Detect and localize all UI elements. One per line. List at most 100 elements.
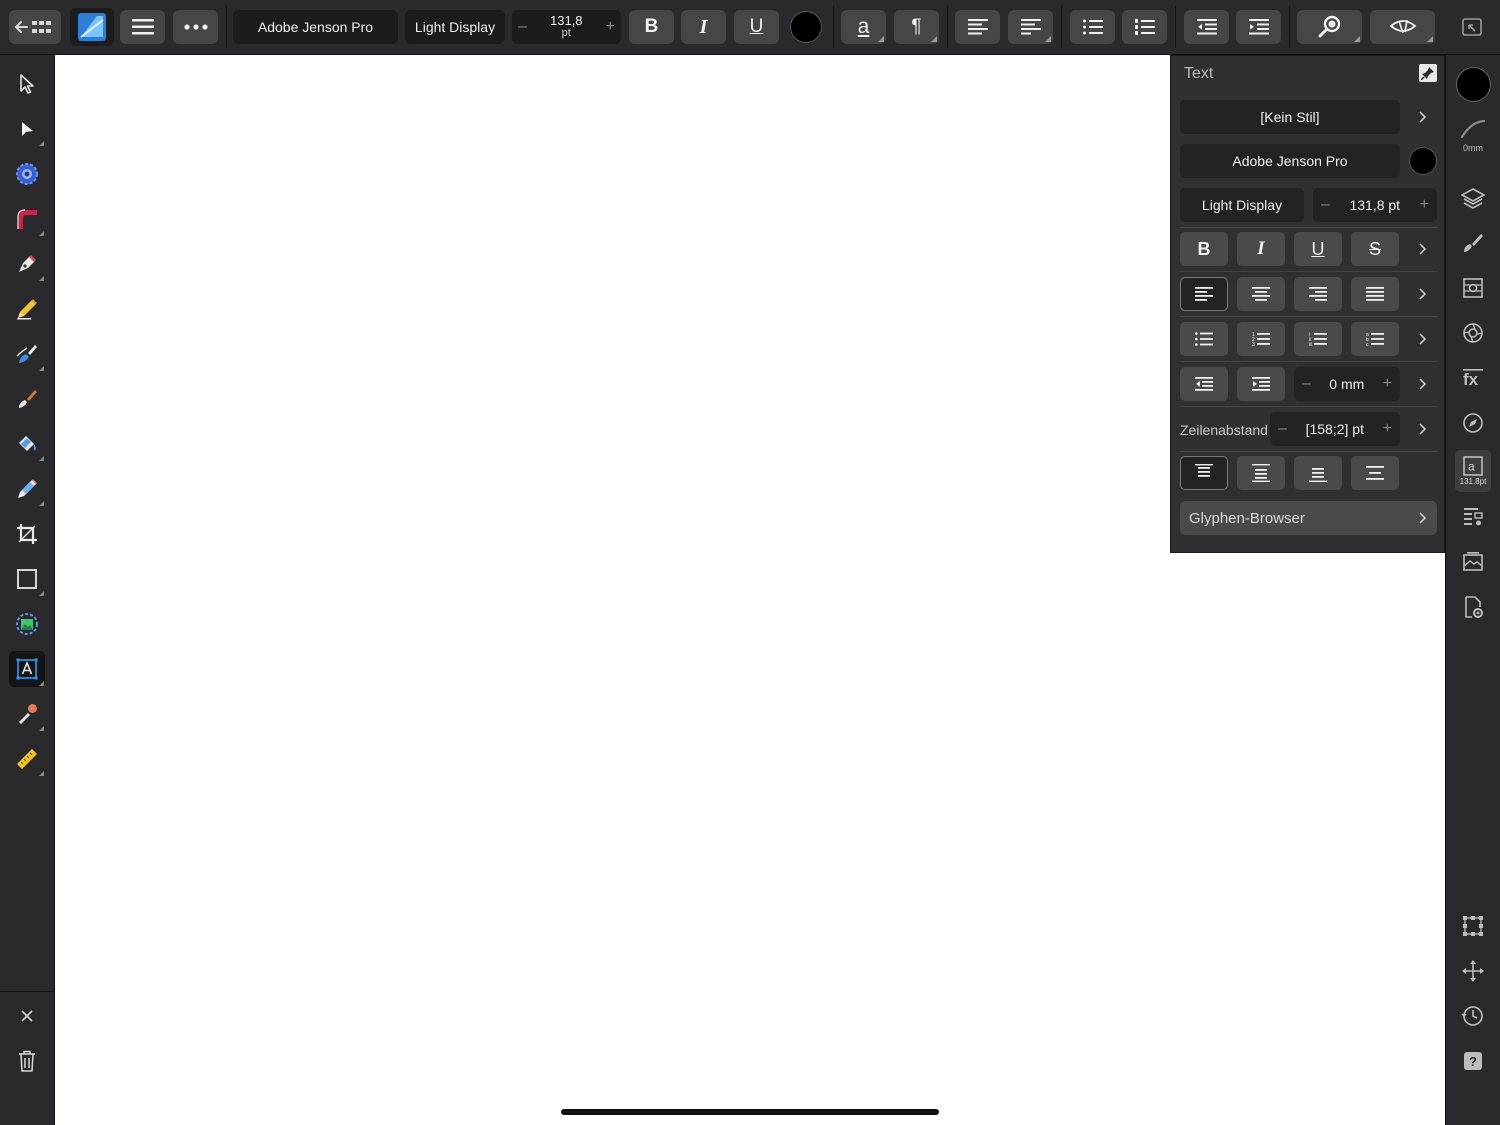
increase-indent-button[interactable]: [1236, 10, 1281, 44]
panel-text-color-swatch[interactable]: [1409, 147, 1437, 175]
crop-tool[interactable]: [9, 516, 45, 552]
font-family-dropdown[interactable]: Adobe Jenson Pro: [233, 10, 398, 44]
move-tool[interactable]: [9, 66, 45, 102]
panel-font-size-stepper[interactable]: – 131,8 pt +: [1313, 188, 1437, 222]
decrease-indent-button[interactable]: [1184, 10, 1229, 44]
underline-button[interactable]: U: [734, 10, 779, 44]
chevron-right-icon[interactable]: [1416, 242, 1430, 256]
paint-brush-tool[interactable]: [9, 381, 45, 417]
more-options-button[interactable]: [173, 10, 218, 44]
color-panel-button[interactable]: [1455, 315, 1491, 351]
fullscreen-toggle[interactable]: [1460, 16, 1484, 38]
panel-numbered-list-button[interactable]: 123: [1237, 322, 1285, 356]
chevron-right-icon[interactable]: [1416, 287, 1430, 301]
panel-strikethrough-button[interactable]: S: [1351, 232, 1399, 266]
home-indicator[interactable]: [561, 1109, 939, 1115]
panel-align-right-button[interactable]: [1294, 277, 1342, 311]
vertical-align-center-button[interactable]: [1237, 456, 1285, 490]
pencil-tool[interactable]: [9, 291, 45, 327]
text-color-swatch[interactable]: [790, 11, 822, 43]
panel-underline-button[interactable]: U: [1294, 232, 1342, 266]
align-left-button[interactable]: [955, 10, 1000, 44]
corner-tool[interactable]: [9, 201, 45, 237]
vertical-align-button[interactable]: [1008, 10, 1053, 44]
font-size-stepper[interactable]: – 131,8 pt +: [512, 10, 621, 44]
panel-italic-button[interactable]: I: [1237, 232, 1285, 266]
chevron-right-icon[interactable]: [1416, 110, 1430, 124]
document-settings-button[interactable]: [1455, 589, 1491, 625]
italic-button[interactable]: I: [681, 10, 726, 44]
panel-align-left-button[interactable]: [1180, 277, 1228, 311]
navigator-move-button[interactable]: [1455, 953, 1491, 989]
help-button[interactable]: ?: [1455, 1043, 1491, 1079]
layers-panel-button[interactable]: [1455, 180, 1491, 216]
panel-font-size-increase[interactable]: +: [1420, 196, 1429, 214]
node-tool[interactable]: [9, 111, 45, 147]
bold-button[interactable]: B: [629, 10, 674, 44]
panel-bold-button[interactable]: B: [1180, 232, 1228, 266]
font-style-dropdown[interactable]: Light Display: [405, 10, 505, 44]
panel-outdent-button[interactable]: [1180, 367, 1228, 401]
navigator-panel-button[interactable]: [1455, 405, 1491, 441]
panel-indent-button[interactable]: [1237, 367, 1285, 401]
pen-tool[interactable]: [9, 246, 45, 282]
panel-font-family-dropdown[interactable]: Adobe Jenson Pro: [1180, 144, 1400, 178]
pin-panel-button[interactable]: [1419, 64, 1437, 82]
appearance-panel-button[interactable]: [1455, 270, 1491, 306]
indent-increase[interactable]: +: [1383, 375, 1392, 393]
stroke-icon: [1460, 119, 1486, 138]
text-studio-button[interactable]: a 131.8pt: [1455, 450, 1491, 492]
vertical-align-bottom-button[interactable]: [1294, 456, 1342, 490]
italic-icon: I: [1257, 238, 1265, 259]
close-button[interactable]: [9, 998, 45, 1034]
vertical-align-top-button[interactable]: [1180, 456, 1228, 490]
chevron-right-icon[interactable]: [1416, 422, 1430, 436]
effects-panel-button[interactable]: fx: [1455, 360, 1491, 396]
panel-font-size-decrease[interactable]: –: [1321, 196, 1330, 214]
chevron-right-icon[interactable]: [1416, 377, 1430, 391]
color-picker-tool[interactable]: [9, 696, 45, 732]
paragraph-panel-button[interactable]: ¶: [894, 10, 939, 44]
font-size-decrease-button[interactable]: –: [518, 18, 527, 36]
text-preview-button[interactable]: [1370, 10, 1435, 44]
history-panel-button[interactable]: [1455, 998, 1491, 1034]
measure-tool[interactable]: [9, 741, 45, 777]
paragraph-style-dropdown[interactable]: [Kein Stil]: [1180, 100, 1400, 134]
stroke-width-control[interactable]: 0mm: [1455, 110, 1491, 160]
transform-panel-button[interactable]: [1455, 908, 1491, 944]
indent-decrease[interactable]: –: [1302, 375, 1311, 393]
vector-brush-tool[interactable]: [9, 336, 45, 372]
rectangle-tool[interactable]: [9, 561, 45, 597]
transparency-tool[interactable]: [9, 471, 45, 507]
panel-align-center-button[interactable]: [1237, 277, 1285, 311]
vertical-align-justify-button[interactable]: [1351, 456, 1399, 490]
brushes-panel-button[interactable]: [1455, 225, 1491, 261]
character-panel-button[interactable]: a: [841, 10, 886, 44]
assets-panel-button[interactable]: [1455, 544, 1491, 580]
image-place-tool[interactable]: [9, 606, 45, 642]
chevron-right-icon[interactable]: [1416, 332, 1430, 346]
artistic-text-tool[interactable]: [9, 651, 45, 687]
menu-button[interactable]: [120, 10, 165, 44]
back-to-documents-button[interactable]: [9, 10, 61, 44]
leading-increase[interactable]: +: [1383, 420, 1392, 438]
panel-font-style-dropdown[interactable]: Light Display: [1180, 188, 1304, 222]
indent-amount-stepper[interactable]: – 0 mm +: [1294, 367, 1400, 401]
panel-roman-list-button[interactable]: i ii iii: [1294, 322, 1342, 356]
persona-designer-button[interactable]: [70, 8, 114, 46]
fill-color-swatch[interactable]: [1456, 67, 1491, 102]
panel-bullet-list-button[interactable]: [1180, 322, 1228, 356]
panel-justify-button[interactable]: [1351, 277, 1399, 311]
glyph-browser-button[interactable]: Glyphen-Browser: [1180, 501, 1437, 535]
numbered-list-button[interactable]: [1122, 10, 1167, 44]
leading-decrease[interactable]: –: [1278, 420, 1287, 438]
fill-tool[interactable]: [9, 426, 45, 462]
find-replace-button[interactable]: [1297, 10, 1362, 44]
bullet-list-button[interactable]: [1070, 10, 1115, 44]
paragraph-styles-button[interactable]: [1455, 499, 1491, 535]
font-size-increase-button[interactable]: +: [606, 18, 615, 36]
leading-stepper[interactable]: – [158;2] pt +: [1270, 412, 1400, 446]
panel-letter-list-button[interactable]: abc: [1351, 322, 1399, 356]
delete-button[interactable]: [9, 1043, 45, 1079]
contour-tool[interactable]: [9, 156, 45, 192]
